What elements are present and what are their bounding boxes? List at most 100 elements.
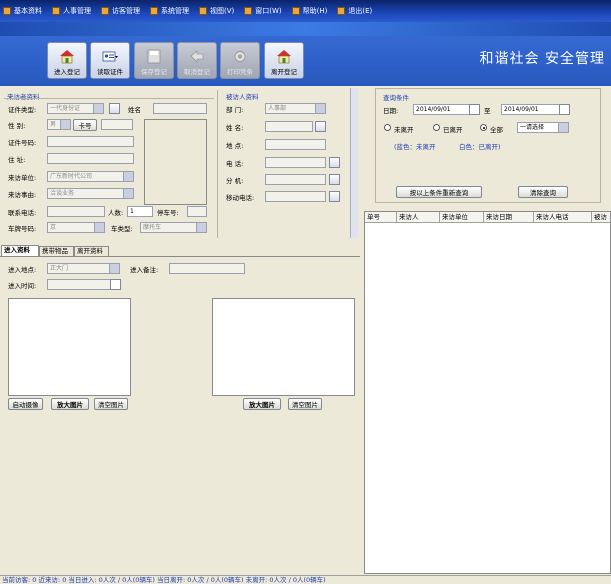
to-label: 至 xyxy=(484,107,491,115)
menu-item-icon xyxy=(337,7,346,15)
menu-basic-data[interactable]: 基本资料 xyxy=(3,6,42,16)
dial-phone-icon[interactable] xyxy=(329,157,340,168)
menu-item-icon xyxy=(101,7,109,15)
calendar-icon[interactable] xyxy=(110,279,121,290)
visitor-group-title: 来访者资料 xyxy=(7,93,40,101)
start-camera-button[interactable]: 启动摄像 xyxy=(8,398,43,410)
menu-hr[interactable]: 人事管理 xyxy=(52,6,91,16)
camera-image-box xyxy=(8,298,131,396)
tel-input[interactable] xyxy=(265,157,326,168)
tab-carried-items[interactable]: 携带物品 xyxy=(39,246,74,256)
print-receipt-button[interactable]: 打印凭条 xyxy=(220,42,260,79)
entry-note-label: 进入备注: xyxy=(130,266,159,274)
place-input[interactable] xyxy=(265,139,326,150)
address-input[interactable] xyxy=(47,153,134,164)
sex-label: 性 别: xyxy=(8,122,26,130)
menu-item-icon xyxy=(3,7,11,15)
calendar-icon[interactable] xyxy=(469,104,480,115)
visitor-info-panel: 来访者资料 证件类型: 一代身份证 姓名 性 别: 男 卡号 证件号码: 住 址… xyxy=(0,86,360,242)
radio-not-left[interactable] xyxy=(384,124,391,131)
parking-label: 停车号: xyxy=(157,209,179,217)
clear-query-button[interactable]: 清除查询 xyxy=(518,186,568,198)
query-status-select[interactable]: 一请选择 xyxy=(517,122,569,133)
radio-all[interactable] xyxy=(480,124,487,131)
legend-blue: (蓝色：未离开 xyxy=(394,143,436,151)
place-label: 地 点: xyxy=(226,142,244,150)
radio-left-label: 已离开 xyxy=(443,126,463,134)
toolbar-stripe xyxy=(0,22,611,36)
grid-header-visitor[interactable]: 来访人 xyxy=(397,212,440,223)
menu-bar: 基本资料 人事管理 访客管理 系统管理 视图(V) 窗口(W) 帮助(H) 退出… xyxy=(0,0,611,22)
save-register-button[interactable]: 保存登记 xyxy=(134,42,174,79)
leave-register-button[interactable]: 离开登记 xyxy=(264,42,304,79)
dept-select[interactable]: 人事部 xyxy=(265,103,326,114)
card-reader-icon[interactable] xyxy=(109,103,120,114)
menu-help[interactable]: 帮助(H) xyxy=(291,6,327,16)
id-image-box xyxy=(212,298,355,396)
card-no-input[interactable] xyxy=(101,119,133,130)
dial-mobile-icon[interactable] xyxy=(329,191,340,202)
menu-item-icon xyxy=(52,7,60,15)
id-type-select[interactable]: 一代身份证 xyxy=(47,103,104,114)
menu-view[interactable]: 视图(V) xyxy=(199,6,234,16)
calendar-icon[interactable] xyxy=(559,104,570,115)
menu-visitor[interactable]: 访客管理 xyxy=(101,6,140,16)
parking-input[interactable] xyxy=(187,206,207,217)
house-icon xyxy=(60,50,74,64)
entry-spot-select[interactable]: 正大门 xyxy=(47,263,120,274)
ext-input[interactable] xyxy=(265,174,326,185)
reason-label: 来访事由: xyxy=(8,191,37,199)
people-input[interactable]: 1 xyxy=(127,206,153,217)
zoom-image-button[interactable]: 放大图片 xyxy=(51,398,89,410)
sex-select[interactable]: 男 xyxy=(47,119,71,130)
radio-left[interactable] xyxy=(433,124,440,131)
dept-label: 部 门: xyxy=(226,106,244,114)
menu-exit[interactable]: 退出(E) xyxy=(337,6,372,16)
host-name-input[interactable] xyxy=(265,121,313,132)
mobile-label: 移动电话: xyxy=(226,194,255,202)
host-group-title: 被访人资料 xyxy=(226,93,259,101)
grid-header-host[interactable]: 被访 xyxy=(592,212,610,223)
host-search-icon[interactable] xyxy=(315,121,326,132)
gear-icon xyxy=(234,51,246,62)
card-no-label: 卡号 xyxy=(73,119,97,131)
enter-register-button[interactable]: 进入登记 xyxy=(47,42,87,79)
tab-entry-info[interactable]: 进入资料 xyxy=(1,245,39,256)
zoom-id-image-button[interactable]: 放大图片 xyxy=(243,398,281,410)
people-label: 人数: xyxy=(108,209,124,217)
ext-label: 分 机: xyxy=(226,177,244,185)
unit-select[interactable]: 广东新时代公司 xyxy=(47,171,134,182)
panel-scrollbar[interactable] xyxy=(350,88,358,238)
visitor-record-grid[interactable]: 单号 来访人 来访单位 来访日期 来访人电话 被访 xyxy=(364,211,611,574)
dial-ext-icon[interactable] xyxy=(329,174,340,185)
car-type-label: 车类型: xyxy=(111,225,133,233)
reason-select[interactable]: 洽谈业务 xyxy=(47,188,134,199)
back-arrow-icon xyxy=(190,50,204,63)
grid-header-unit[interactable]: 来访单位 xyxy=(440,212,484,223)
id-card-icon xyxy=(102,51,118,62)
menu-window[interactable]: 窗口(W) xyxy=(244,6,282,16)
phone-label: 联系电话: xyxy=(8,209,37,217)
phone-input[interactable] xyxy=(47,206,105,217)
tab-leave-info[interactable]: 离开资料 xyxy=(74,246,109,256)
entry-note-input[interactable] xyxy=(169,263,245,274)
menu-system[interactable]: 系统管理 xyxy=(150,6,189,16)
plate-select[interactable]: 京 xyxy=(47,222,105,233)
clear-image-button[interactable]: 清空图片 xyxy=(94,398,128,410)
mobile-input[interactable] xyxy=(265,191,326,202)
cancel-register-button[interactable]: 取消登记 xyxy=(177,42,217,79)
grid-header-date[interactable]: 来访日期 xyxy=(484,212,534,223)
clear-id-image-button[interactable]: 清空图片 xyxy=(288,398,322,410)
menu-item-icon xyxy=(244,7,253,15)
visitor-name-input[interactable] xyxy=(153,103,207,114)
menu-item-icon xyxy=(199,7,207,15)
grid-header-order-no[interactable]: 单号 xyxy=(365,212,397,223)
car-type-select[interactable]: 摩托车 xyxy=(140,222,207,233)
id-no-input[interactable] xyxy=(47,136,134,147)
house-icon xyxy=(277,50,291,64)
unit-label: 来访单位: xyxy=(8,174,37,182)
query-panel: 查询条件 日期: 2014/09/01 至 2014/09/01 未离开 已离开… xyxy=(375,88,601,203)
grid-header-phone[interactable]: 来访人电话 xyxy=(534,212,592,223)
requery-button[interactable]: 按以上条件重新查询 xyxy=(396,186,482,198)
read-id-button[interactable]: 读取证件 xyxy=(90,42,130,79)
